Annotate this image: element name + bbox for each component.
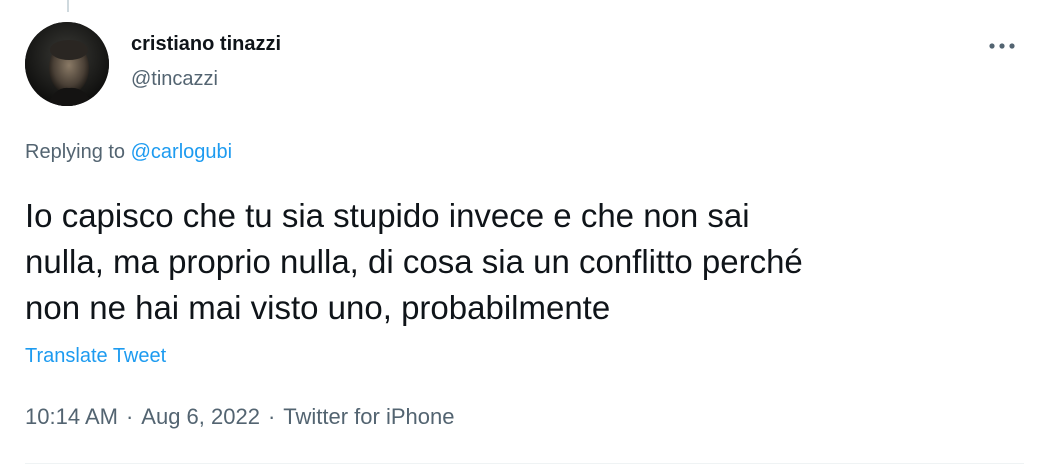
divider	[25, 463, 1024, 464]
tweet-date[interactable]: Aug 6, 2022	[141, 404, 260, 429]
author-handle[interactable]: @tincazzi	[131, 68, 218, 91]
tweet-metadata: 10:14 AM · Aug 6, 2022 · Twitter for iPhone	[25, 404, 454, 430]
tweet-text: Io capisco che tu sia stupido invece e c…	[25, 197, 803, 326]
meta-separator: ·	[125, 404, 134, 429]
avatar-image	[25, 22, 109, 106]
replying-to-line: Replying to @carlogubi	[25, 141, 232, 164]
more-horizontal-icon	[989, 43, 1015, 49]
thread-connector-line	[67, 0, 69, 12]
more-options-button[interactable]	[980, 28, 1024, 64]
replying-to-mention[interactable]: @carlogubi	[131, 141, 232, 163]
replying-to-prefix: Replying to	[25, 141, 131, 163]
tweet-time[interactable]: 10:14 AM	[25, 404, 118, 429]
tweet-source[interactable]: Twitter for iPhone	[283, 404, 454, 429]
author-name[interactable]: cristiano tinazzi	[131, 33, 281, 56]
avatar[interactable]	[25, 22, 109, 106]
meta-separator: ·	[267, 404, 276, 429]
translate-tweet-link[interactable]: Translate Tweet	[25, 345, 166, 368]
